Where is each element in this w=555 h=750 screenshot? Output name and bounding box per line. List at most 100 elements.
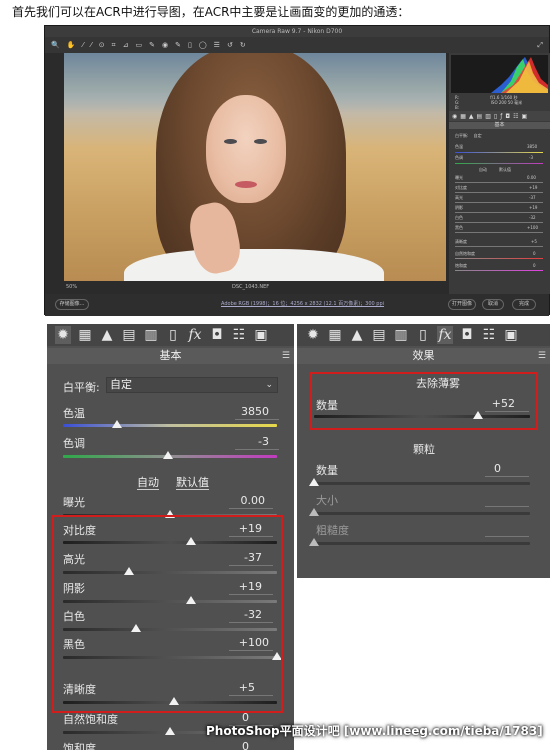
mini-snapshot-icon[interactable]: ▣ xyxy=(521,113,527,120)
mini-detail-icon[interactable]: ▲ xyxy=(469,113,474,120)
done-button[interactable]: 完成 xyxy=(512,299,536,310)
effects-title: 效果 xyxy=(297,348,550,364)
snapshots-tab-icon[interactable]: ▣ xyxy=(253,326,269,344)
presets-tab-icon[interactable]: ☷ xyxy=(231,326,247,344)
mini-lens-icon[interactable]: ▯ xyxy=(494,113,497,120)
grain-roughness-slider xyxy=(314,542,530,545)
hsl-tab-icon[interactable]: ▤ xyxy=(121,326,137,344)
grain-size-slider xyxy=(314,512,530,515)
tone-curve-tab-icon[interactable]: ▦ xyxy=(77,326,93,344)
tint-thumb[interactable] xyxy=(162,451,173,459)
file-name: DSC_1043.NEF xyxy=(232,284,270,290)
saturation-value[interactable]: 0 xyxy=(205,740,249,750)
preferences-icon[interactable]: ☰ xyxy=(214,41,220,49)
detail-tab-icon[interactable]: ▲ xyxy=(99,326,115,344)
mini-split-icon[interactable]: ▥ xyxy=(485,113,491,120)
straighten-tool-icon[interactable]: ⊿ xyxy=(123,41,129,49)
exposure-value[interactable]: 0.00 xyxy=(221,494,266,507)
camera-tab-icon[interactable]: ◘ xyxy=(209,326,225,344)
acr-toolbar: 🔍 ✋ ⁄ ⁄ ⊙ ⌗ ⊿ ▭ ✎ ◉ ✎ ▯ ◯ ☰ ↺ ↻ ⤢ xyxy=(45,37,549,53)
vibrance-label: 自然饱和度 xyxy=(63,713,118,726)
effects-menu-icon[interactable]: ☰ xyxy=(538,351,546,361)
cancel-button[interactable]: 取消 xyxy=(482,299,504,310)
panel-menu-icon[interactable]: ☰ xyxy=(282,351,290,361)
lens-tab-icon[interactable]: ▯ xyxy=(165,326,181,344)
snapshots-tab-icon[interactable]: ▣ xyxy=(503,326,519,344)
temperature-thumb[interactable] xyxy=(111,420,122,428)
spot-removal-icon[interactable]: ✎ xyxy=(149,41,155,49)
temperature-slider[interactable] xyxy=(63,424,277,427)
hand-tool-icon[interactable]: ✋ xyxy=(67,41,76,49)
grain-amount-thumb[interactable] xyxy=(309,478,319,486)
white-balance-tool-icon[interactable]: ⁄ xyxy=(82,41,83,49)
mini-tab-bar: ◉ ▦ ▲ ▤ ▥ ▯ ƒ ◘ ☷ ▣ xyxy=(449,111,550,121)
exposure-label: 曝光 xyxy=(63,496,85,509)
chevron-down-icon: ⌄ xyxy=(265,380,273,390)
acr-side-panel: R: f/1.6 1/160 秒 G: ISO 200 50 毫米 B: ◉ ▦… xyxy=(449,53,550,294)
grain-roughness-thumb xyxy=(309,538,319,546)
highlight-box-dehaze xyxy=(310,372,538,430)
white-balance-value: 自定 xyxy=(110,378,132,391)
rotate-right-icon[interactable]: ↻ xyxy=(240,41,246,49)
rotate-left-icon[interactable]: ↺ xyxy=(227,41,233,49)
tone-curve-tab-icon[interactable]: ▦ xyxy=(327,326,343,344)
split-toning-tab-icon[interactable]: ▥ xyxy=(143,326,159,344)
grain-amount-slider[interactable] xyxy=(314,482,530,485)
default-link[interactable]: 默认值 xyxy=(176,476,209,490)
fx-tab-icon[interactable]: fx xyxy=(187,326,203,344)
highlight-box-basic xyxy=(52,515,283,713)
mini-fx-icon[interactable]: ƒ xyxy=(500,113,502,120)
zoom-tool-icon[interactable]: 🔍 xyxy=(51,41,60,49)
watermark: PhotoShop平面设计吧 [www.lineeg.com/tieba/178… xyxy=(206,724,543,738)
grain-heading: 颗粒 xyxy=(413,443,435,456)
fullscreen-icon[interactable]: ⤢ xyxy=(537,41,543,49)
mini-presets-icon[interactable]: ☷ xyxy=(513,113,518,120)
vibrance-thumb[interactable] xyxy=(165,727,175,735)
basic-tab-icon[interactable]: ✹ xyxy=(55,326,71,344)
camera-tab-icon[interactable]: ◘ xyxy=(459,326,475,344)
mini-hsl-icon[interactable]: ▤ xyxy=(477,113,483,120)
split-toning-tab-icon[interactable]: ▥ xyxy=(393,326,409,344)
grain-roughness-label: 粗糙度 xyxy=(316,524,349,537)
auto-link[interactable]: 自动 xyxy=(137,476,159,490)
temperature-label: 色温 xyxy=(63,407,85,420)
radial-filter-icon[interactable]: ◯ xyxy=(199,41,207,49)
white-balance-select[interactable]: 自定 ⌄ xyxy=(106,377,278,393)
lens-tab-icon[interactable]: ▯ xyxy=(415,326,431,344)
hsl-tab-icon[interactable]: ▤ xyxy=(371,326,387,344)
targeted-adjust-icon[interactable]: ⊙ xyxy=(99,41,105,49)
crop-tool-icon[interactable]: ⌗ xyxy=(112,41,116,49)
grain-amount-label: 数量 xyxy=(316,464,338,477)
tint-value[interactable]: -3 xyxy=(225,435,269,448)
photo-preview xyxy=(64,53,446,281)
white-balance-label: 白平衡: xyxy=(63,381,100,394)
mini-camera-icon[interactable]: ◘ xyxy=(505,113,510,120)
mini-panel-title: 基本 xyxy=(449,122,550,129)
color-sampler-icon[interactable]: ⁄ xyxy=(91,41,92,49)
grain-amount-value[interactable]: 0 xyxy=(457,462,501,475)
presets-tab-icon[interactable]: ☷ xyxy=(481,326,497,344)
open-image-button[interactable]: 打开图像 xyxy=(448,299,476,310)
effects-tab-bar: ✹ ▦ ▲ ▤ ▥ ▯ fx ◘ ☷ ▣ xyxy=(297,324,550,346)
adjustment-brush-icon[interactable]: ✎ xyxy=(175,41,181,49)
window-title: Camera Raw 9.7 - Nikon D700 xyxy=(45,26,549,37)
tint-label: 色调 xyxy=(63,437,85,450)
red-eye-icon[interactable]: ◉ xyxy=(162,41,168,49)
histogram xyxy=(451,55,548,93)
mini-basic-icon[interactable]: ◉ xyxy=(452,113,457,120)
fx-tab-icon[interactable]: fx xyxy=(437,326,453,344)
save-image-button[interactable]: 存储图像... xyxy=(55,299,89,310)
transform-tool-icon[interactable]: ▭ xyxy=(135,41,142,49)
panel-tab-bar: ✹ ▦ ▲ ▤ ▥ ▯ fx ◘ ☷ ▣ xyxy=(47,324,294,346)
mini-curve-icon[interactable]: ▦ xyxy=(460,113,466,120)
detail-tab-icon[interactable]: ▲ xyxy=(349,326,365,344)
intro-text: 首先我们可以在ACR中进行导图，在ACR中主要是让画面变的更加的通透： xyxy=(12,5,410,19)
zoom-level[interactable]: 50% xyxy=(66,282,77,292)
grain-size-thumb xyxy=(309,508,319,516)
basic-tab-icon[interactable]: ✹ xyxy=(305,326,321,344)
camera-raw-window: Camera Raw 9.7 - Nikon D700 🔍 ✋ ⁄ ⁄ ⊙ ⌗ … xyxy=(44,25,550,316)
temperature-value[interactable]: 3850 xyxy=(225,405,269,418)
acr-footer: 存储图像... Adobe RGB (1998)；16 位；4256 x 283… xyxy=(45,294,549,316)
graduated-filter-icon[interactable]: ▯ xyxy=(188,41,192,49)
workflow-options-link[interactable]: Adobe RGB (1998)；16 位；4256 x 2832 (12.1 … xyxy=(221,300,384,307)
